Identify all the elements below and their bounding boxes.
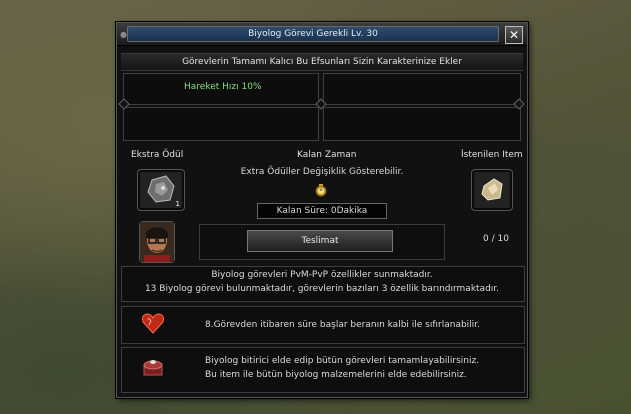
biologist-finisher-icon	[139, 353, 167, 384]
info-line-3: 8.Görevden itibaren süre başlar beranın …	[205, 320, 480, 330]
bonus-movement-speed: Hareket Hızı 10%	[184, 82, 262, 92]
heart-icon	[139, 309, 167, 340]
time-left-field: Kalan Süre: 0Dakika	[257, 203, 387, 219]
npc-avatar-icon	[140, 222, 174, 262]
bonus-slot-4	[323, 107, 521, 141]
clock-icon	[315, 183, 327, 200]
bonus-slot-1: Hareket Hızı 10%	[123, 73, 319, 105]
extra-item-quantity: 1	[175, 200, 180, 208]
bonus-slot-2	[323, 73, 521, 105]
window-title: Biyolog Görevi Gerekli Lv. 30	[127, 26, 499, 42]
submit-button[interactable]: Teslimat	[247, 230, 393, 252]
info-line-1: Biyolog görevleri PvM-PvP özellikler sun…	[211, 270, 433, 280]
biologist-portrait	[139, 221, 175, 263]
extra-reward-note: Extra Ödüller Değişiklik Gösterebilir.	[240, 167, 404, 177]
bonus-grid: Hareket Hızı 10%	[118, 73, 525, 141]
info-line-5: Bu item ile bütün biyolog malzemelerini …	[205, 370, 467, 380]
extra-reward-slot[interactable]: 1	[137, 169, 185, 211]
pin-icon: ●	[120, 30, 127, 39]
extra-reward-label: Ekstra Ödül	[131, 150, 184, 160]
required-item-slot[interactable]	[471, 169, 513, 211]
bonus-slot-3	[123, 107, 319, 141]
biologist-item-icon	[481, 178, 503, 201]
bonus-header: Görevlerin Tamamı Kalıcı Bu Efsunları Si…	[121, 53, 523, 71]
biologist-quest-window: ● Biyolog Görevi Gerekli Lv. 30 ✕ Görevl…	[116, 22, 528, 398]
info-line-4: Biyolog bitirici elde edip bütün görevle…	[205, 356, 480, 366]
close-button[interactable]: ✕	[505, 26, 523, 44]
required-item-label: İstenilen Item	[461, 150, 523, 160]
remaining-time-label: Kalan Zaman	[297, 150, 357, 160]
info-line-2: 13 Biyolog görevi bulunmaktadır, görevle…	[144, 284, 500, 294]
required-item-count: 0 / 10	[483, 234, 509, 244]
reward-labels-row: Ekstra Ödül Kalan Zaman İstenilen Item	[121, 148, 523, 162]
title-bar[interactable]: ● Biyolog Görevi Gerekli Lv. 30 ✕	[117, 23, 527, 46]
